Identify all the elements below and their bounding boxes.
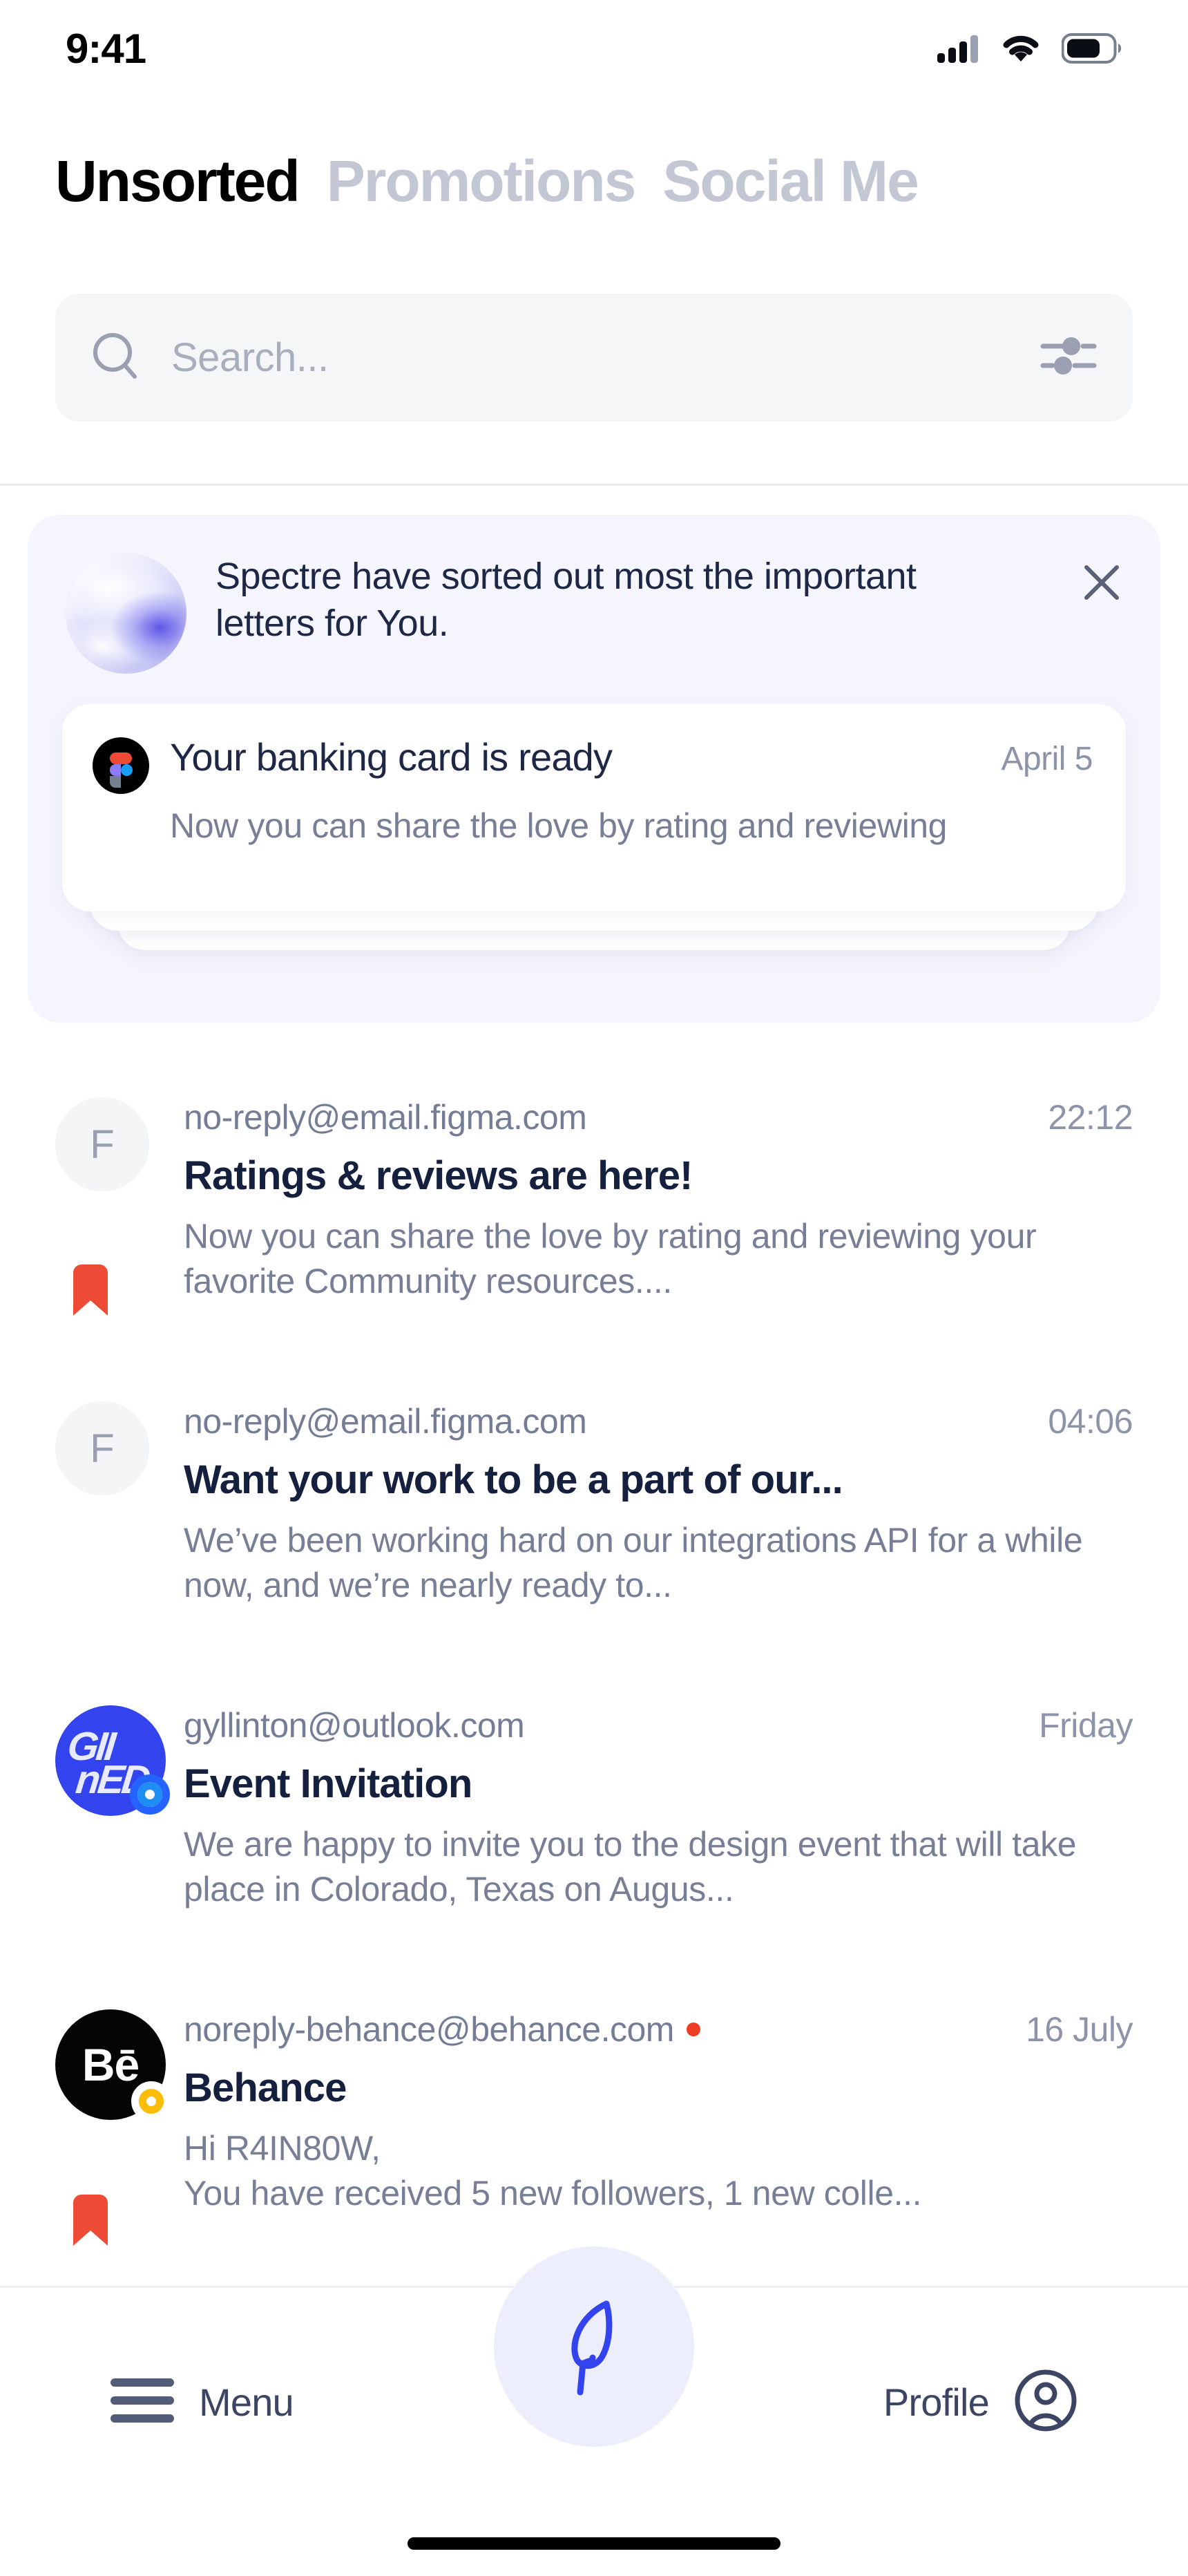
list-item[interactable]: Bē noreply-behance@behance.com 16 July B… [0,1976,1188,2280]
mail-subject: Want your work to be a part of our... [184,1457,1133,1503]
mail-subject: Ratings & reviews are here! [184,1153,1133,1199]
battery-icon [1062,33,1122,64]
search-bar[interactable]: Search... [55,294,1133,422]
promo-card-title: Your banking card is ready [170,735,612,779]
mail-content: no-reply@email.figma.com 22:12 Ratings &… [178,1097,1133,1368]
profile-button[interactable]: Profile [883,2369,1077,2436]
menu-label: Menu [199,2380,294,2425]
mail-avatar-column: F [55,1401,178,1672]
unread-indicator-dot [687,2023,700,2036]
promo-mail-card[interactable]: Your banking card is ready April 5 Now y… [62,704,1126,911]
mail-list: F no-reply@email.figma.com 22:12 Ratings… [0,1064,1188,2280]
filter-sliders-icon[interactable] [1040,334,1097,381]
hamburger-menu-icon [111,2376,174,2429]
mail-timestamp: 16 July [1005,2009,1133,2049]
bookmark-icon[interactable] [70,2195,111,2249]
mail-sender: noreply-behance@behance.com [184,2009,674,2049]
promo-card-preview: Now you can share the love by rating and… [170,804,985,848]
cellular-signal-icon [937,34,980,63]
outlook-badge-icon [130,1774,170,1815]
tab-promotions[interactable]: Promotions [327,151,635,211]
menu-button[interactable]: Menu [111,2376,294,2429]
app-screen: 9:41 Unsorted Promotions Social Me [0,0,1188,2576]
mail-preview: Hi R4IN80W, You have received 5 new foll… [184,2126,1133,2216]
close-icon[interactable] [1077,558,1126,607]
status-bar: 9:41 [0,0,1188,97]
tab-unsorted[interactable]: Unsorted [55,151,299,211]
spectre-promo-banner: Spectre have sorted out most the importa… [28,515,1160,1023]
mail-subject: Event Invitation [184,1761,1133,1807]
mail-timestamp: 04:06 [1027,1401,1133,1441]
list-item[interactable]: F no-reply@email.figma.com 22:12 Ratings… [0,1064,1188,1368]
behance-badge-icon [131,2081,171,2121]
home-indicator [408,2537,780,2550]
list-item[interactable]: GII nED gyllinton@outlook.com Friday Eve… [0,1672,1188,1976]
blue-marble-sphere-image [66,553,186,674]
mail-preview: We’ve been working hard on our integrati… [184,1518,1133,1608]
mail-avatar-column: F [55,1097,178,1368]
status-time: 9:41 [66,25,146,73]
status-indicators [937,32,1122,64]
mail-timestamp: Friday [1018,1705,1133,1745]
profile-label: Profile [883,2380,989,2425]
header-divider [0,484,1188,486]
mail-avatar-column: GII nED [55,1705,178,1976]
feather-quill-icon [553,2291,635,2402]
avatar: F [55,1401,149,1495]
search-input[interactable]: Search... [171,334,329,381]
mail-sender: no-reply@email.figma.com [184,1097,586,1137]
mail-avatar-column: Bē [55,2009,178,2280]
promo-message: Spectre have sorted out most the importa… [215,553,920,647]
user-circle-icon [1014,2369,1077,2436]
mail-content: noreply-behance@behance.com 16 July Beha… [178,2009,1133,2280]
avatar: F [55,1097,149,1191]
mail-preview: Now you can share the love by rating and… [184,1214,1133,1304]
figma-logo-icon [93,737,149,794]
mail-timestamp: 22:12 [1027,1097,1133,1137]
bookmark-icon[interactable] [70,1265,111,1319]
compose-button[interactable] [494,2246,694,2447]
category-tabs[interactable]: Unsorted Promotions Social Me [0,151,1188,211]
bottom-navigation-bar: Menu Profile [0,2286,1188,2576]
mail-preview: We are happy to invite you to the design… [184,1822,1133,1912]
mail-sender: gyllinton@outlook.com [184,1705,524,1745]
mail-subject: Behance [184,2065,1133,2111]
search-icon [91,331,141,384]
mail-content: no-reply@email.figma.com 04:06 Want your… [178,1401,1133,1672]
promo-card-deck: Your banking card is ready April 5 Now y… [62,704,1126,911]
mail-content: gyllinton@outlook.com Friday Event Invit… [178,1705,1133,1976]
mail-sender: no-reply@email.figma.com [184,1401,586,1441]
list-item[interactable]: F no-reply@email.figma.com 04:06 Want yo… [0,1368,1188,1672]
tab-social[interactable]: Social Me [662,151,917,211]
promo-card-date: April 5 [1001,735,1093,778]
wifi-icon [999,32,1042,64]
